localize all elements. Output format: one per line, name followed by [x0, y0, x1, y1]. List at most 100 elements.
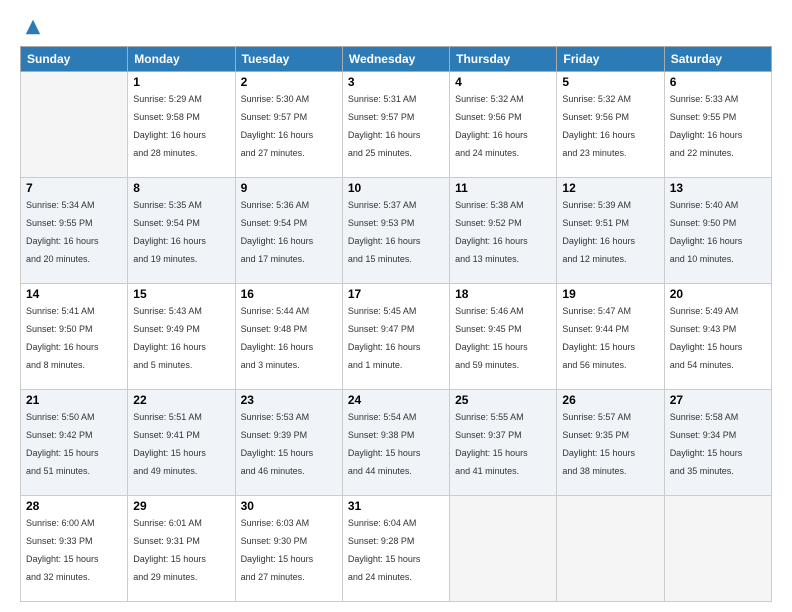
- day-number: 20: [670, 287, 766, 301]
- day-number: 29: [133, 499, 229, 513]
- calendar-cell: 7 Sunrise: 5:34 AM Sunset: 9:55 PM Daylig…: [21, 178, 128, 284]
- col-header-sunday: Sunday: [21, 47, 128, 72]
- calendar-cell: 21Sunrise: 5:50 AM Sunset: 9:42 PM Dayli…: [21, 390, 128, 496]
- day-number: 24: [348, 393, 444, 407]
- day-info: Sunrise: 5:40 AM Sunset: 9:50 PM Dayligh…: [670, 200, 743, 264]
- day-info: Sunrise: 5:30 AM Sunset: 9:57 PM Dayligh…: [241, 94, 314, 158]
- day-info: Sunrise: 5:29 AM Sunset: 9:58 PM Dayligh…: [133, 94, 206, 158]
- calendar-cell: 13 Sunrise: 5:40 AM Sunset: 9:50 PM Dayli…: [664, 178, 771, 284]
- calendar-table: SundayMondayTuesdayWednesdayThursdayFrid…: [20, 46, 772, 602]
- day-number: 27: [670, 393, 766, 407]
- day-number: 13: [670, 181, 766, 195]
- calendar-cell: 6 Sunrise: 5:33 AM Sunset: 9:55 PM Daylig…: [664, 72, 771, 178]
- col-header-wednesday: Wednesday: [342, 47, 449, 72]
- calendar-cell: 12 Sunrise: 5:39 AM Sunset: 9:51 PM Dayli…: [557, 178, 664, 284]
- day-info: Sunrise: 5:53 AM Sunset: 9:39 PM Dayligh…: [241, 412, 314, 476]
- col-header-thursday: Thursday: [450, 47, 557, 72]
- day-info: Sunrise: 5:51 AM Sunset: 9:41 PM Dayligh…: [133, 412, 206, 476]
- day-info: Sunrise: 5:38 AM Sunset: 9:52 PM Dayligh…: [455, 200, 528, 264]
- calendar-cell: 14Sunrise: 5:41 AM Sunset: 9:50 PM Dayli…: [21, 284, 128, 390]
- calendar-cell: 28 Sunrise: 6:00 AM Sunset: 9:33 PM Dayli…: [21, 496, 128, 602]
- calendar-cell: [664, 496, 771, 602]
- day-number: 25: [455, 393, 551, 407]
- day-number: 18: [455, 287, 551, 301]
- day-number: 3: [348, 75, 444, 89]
- day-info: Sunrise: 6:03 AM Sunset: 9:30 PM Dayligh…: [241, 518, 314, 582]
- day-info: Sunrise: 6:01 AM Sunset: 9:31 PM Dayligh…: [133, 518, 206, 582]
- header: [20, 18, 772, 36]
- day-number: 22: [133, 393, 229, 407]
- day-number: 31: [348, 499, 444, 513]
- day-info: Sunrise: 6:00 AM Sunset: 9:33 PM Dayligh…: [26, 518, 99, 582]
- calendar-cell: 1 Sunrise: 5:29 AM Sunset: 9:58 PM Daylig…: [128, 72, 235, 178]
- day-number: 2: [241, 75, 337, 89]
- calendar-cell: 11Sunrise: 5:38 AM Sunset: 9:52 PM Dayli…: [450, 178, 557, 284]
- col-header-tuesday: Tuesday: [235, 47, 342, 72]
- calendar-cell: [450, 496, 557, 602]
- day-number: 12: [562, 181, 658, 195]
- calendar-cell: 3 Sunrise: 5:31 AM Sunset: 9:57 PM Daylig…: [342, 72, 449, 178]
- day-number: 7: [26, 181, 122, 195]
- day-number: 28: [26, 499, 122, 513]
- day-info: Sunrise: 5:37 AM Sunset: 9:53 PM Dayligh…: [348, 200, 421, 264]
- day-info: Sunrise: 5:35 AM Sunset: 9:54 PM Dayligh…: [133, 200, 206, 264]
- day-info: Sunrise: 5:47 AM Sunset: 9:44 PM Dayligh…: [562, 306, 635, 370]
- calendar-cell: [557, 496, 664, 602]
- calendar-cell: 22 Sunrise: 5:51 AM Sunset: 9:41 PM Dayli…: [128, 390, 235, 496]
- calendar-cell: 24 Sunrise: 5:54 AM Sunset: 9:38 PM Dayli…: [342, 390, 449, 496]
- day-number: 19: [562, 287, 658, 301]
- logo-icon: [24, 18, 42, 36]
- calendar-cell: 19 Sunrise: 5:47 AM Sunset: 9:44 PM Dayli…: [557, 284, 664, 390]
- calendar-cell: 16 Sunrise: 5:44 AM Sunset: 9:48 PM Dayli…: [235, 284, 342, 390]
- day-info: Sunrise: 5:54 AM Sunset: 9:38 PM Dayligh…: [348, 412, 421, 476]
- calendar-cell: 27 Sunrise: 5:58 AM Sunset: 9:34 PM Dayli…: [664, 390, 771, 496]
- calendar-cell: 9 Sunrise: 5:36 AM Sunset: 9:54 PM Daylig…: [235, 178, 342, 284]
- day-info: Sunrise: 5:32 AM Sunset: 9:56 PM Dayligh…: [562, 94, 635, 158]
- calendar-cell: 31 Sunrise: 6:04 AM Sunset: 9:28 PM Dayli…: [342, 496, 449, 602]
- day-info: Sunrise: 5:49 AM Sunset: 9:43 PM Dayligh…: [670, 306, 743, 370]
- calendar-cell: 30 Sunrise: 6:03 AM Sunset: 9:30 PM Dayli…: [235, 496, 342, 602]
- day-info: Sunrise: 5:41 AM Sunset: 9:50 PM Dayligh…: [26, 306, 99, 370]
- day-number: 21: [26, 393, 122, 407]
- day-number: 9: [241, 181, 337, 195]
- day-info: Sunrise: 5:31 AM Sunset: 9:57 PM Dayligh…: [348, 94, 421, 158]
- day-number: 17: [348, 287, 444, 301]
- day-info: Sunrise: 5:44 AM Sunset: 9:48 PM Dayligh…: [241, 306, 314, 370]
- calendar-cell: 26Sunrise: 5:57 AM Sunset: 9:35 PM Dayli…: [557, 390, 664, 496]
- calendar-cell: 15Sunrise: 5:43 AM Sunset: 9:49 PM Dayli…: [128, 284, 235, 390]
- calendar-cell: 25 Sunrise: 5:55 AM Sunset: 9:37 PM Dayli…: [450, 390, 557, 496]
- col-header-friday: Friday: [557, 47, 664, 72]
- calendar-cell: 29 Sunrise: 6:01 AM Sunset: 9:31 PM Dayli…: [128, 496, 235, 602]
- day-info: Sunrise: 5:55 AM Sunset: 9:37 PM Dayligh…: [455, 412, 528, 476]
- calendar-cell: 8 Sunrise: 5:35 AM Sunset: 9:54 PM Daylig…: [128, 178, 235, 284]
- day-number: 6: [670, 75, 766, 89]
- day-number: 23: [241, 393, 337, 407]
- day-number: 8: [133, 181, 229, 195]
- day-info: Sunrise: 5:43 AM Sunset: 9:49 PM Dayligh…: [133, 306, 206, 370]
- day-number: 5: [562, 75, 658, 89]
- day-info: Sunrise: 5:34 AM Sunset: 9:55 PM Dayligh…: [26, 200, 99, 264]
- day-number: 4: [455, 75, 551, 89]
- calendar-cell: 10 Sunrise: 5:37 AM Sunset: 9:53 PM Dayli…: [342, 178, 449, 284]
- calendar-cell: 20 Sunrise: 5:49 AM Sunset: 9:43 PM Dayli…: [664, 284, 771, 390]
- day-info: Sunrise: 5:45 AM Sunset: 9:47 PM Dayligh…: [348, 306, 421, 370]
- day-info: Sunrise: 5:39 AM Sunset: 9:51 PM Dayligh…: [562, 200, 635, 264]
- calendar-cell: [21, 72, 128, 178]
- day-info: Sunrise: 6:04 AM Sunset: 9:28 PM Dayligh…: [348, 518, 421, 582]
- col-header-monday: Monday: [128, 47, 235, 72]
- day-info: Sunrise: 5:36 AM Sunset: 9:54 PM Dayligh…: [241, 200, 314, 264]
- day-number: 16: [241, 287, 337, 301]
- day-info: Sunrise: 5:32 AM Sunset: 9:56 PM Dayligh…: [455, 94, 528, 158]
- day-number: 1: [133, 75, 229, 89]
- col-header-saturday: Saturday: [664, 47, 771, 72]
- calendar-cell: 18 Sunrise: 5:46 AM Sunset: 9:45 PM Dayli…: [450, 284, 557, 390]
- day-info: Sunrise: 5:57 AM Sunset: 9:35 PM Dayligh…: [562, 412, 635, 476]
- day-number: 10: [348, 181, 444, 195]
- day-info: Sunrise: 5:33 AM Sunset: 9:55 PM Dayligh…: [670, 94, 743, 158]
- day-number: 30: [241, 499, 337, 513]
- calendar-cell: 2 Sunrise: 5:30 AM Sunset: 9:57 PM Daylig…: [235, 72, 342, 178]
- logo: [20, 18, 42, 36]
- day-info: Sunrise: 5:46 AM Sunset: 9:45 PM Dayligh…: [455, 306, 528, 370]
- day-info: Sunrise: 5:58 AM Sunset: 9:34 PM Dayligh…: [670, 412, 743, 476]
- calendar-cell: 17 Sunrise: 5:45 AM Sunset: 9:47 PM Dayli…: [342, 284, 449, 390]
